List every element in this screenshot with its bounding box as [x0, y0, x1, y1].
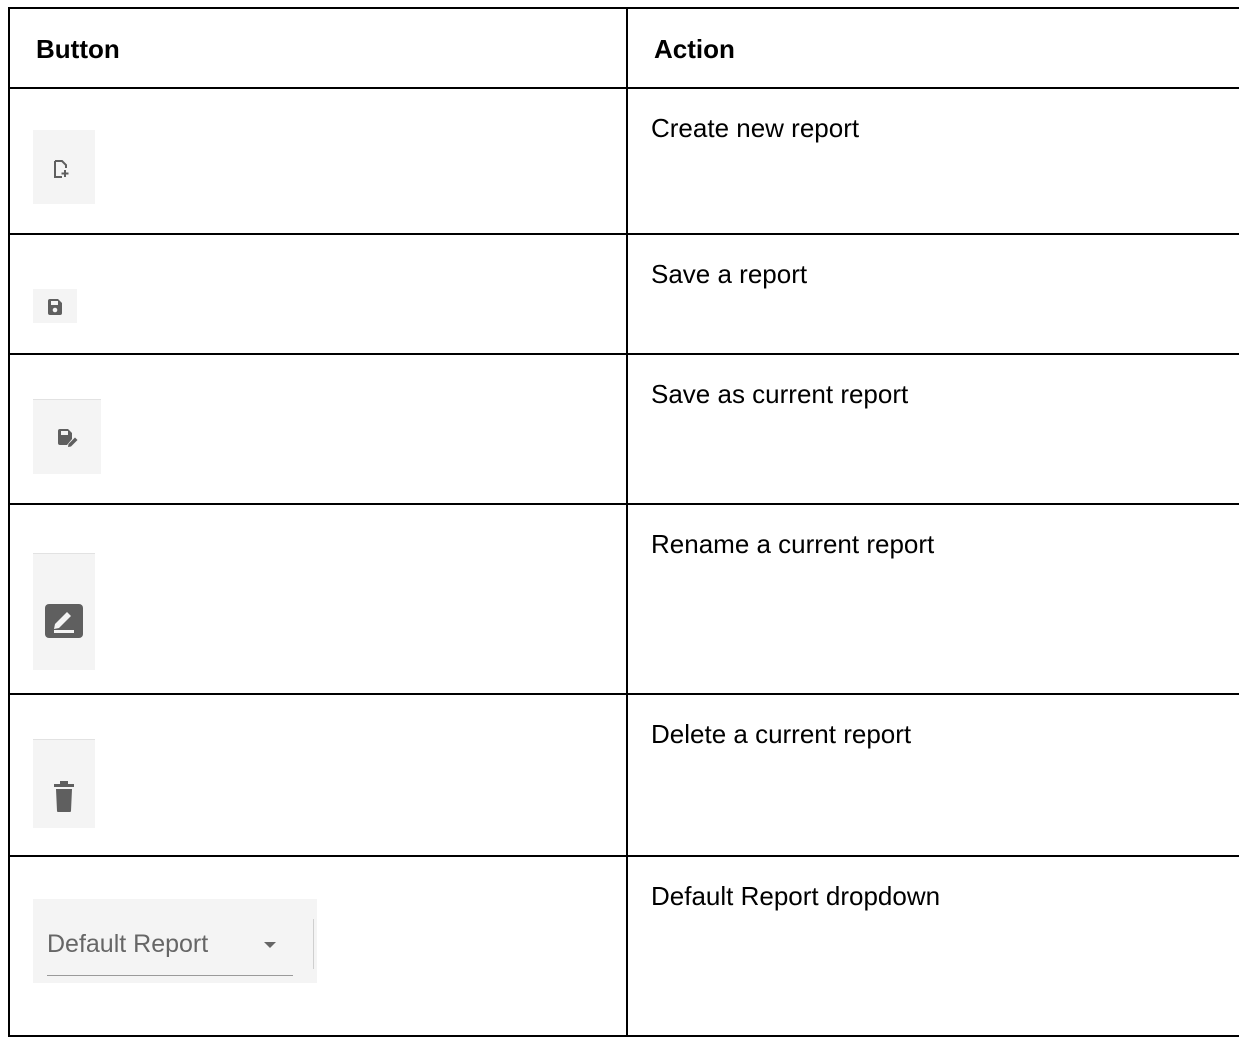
dropdown-divider: [313, 919, 314, 969]
action-cell: Rename a current report: [626, 503, 1239, 695]
delete-button[interactable]: [33, 739, 95, 828]
delete-icon: [54, 781, 74, 812]
action-text: Save a report: [651, 259, 808, 289]
button-cell: [8, 503, 628, 695]
action-text: Delete a current report: [651, 719, 912, 749]
action-cell: Create new report: [626, 87, 1239, 235]
table-row: Rename a current report: [8, 503, 1239, 695]
action-text: Create new report: [651, 113, 860, 143]
table-row: Create new report: [8, 87, 1239, 235]
table-row: Save as current report: [8, 353, 1239, 505]
dropdown-value: Default Report: [47, 930, 209, 958]
header-row: Button Action: [8, 7, 1239, 89]
header-action: Action: [654, 34, 735, 64]
new-report-button[interactable]: [33, 130, 95, 204]
dropdown-underline: [47, 975, 293, 976]
save-as-button[interactable]: [33, 399, 101, 474]
rename-icon: [45, 604, 83, 638]
save-button[interactable]: [33, 289, 77, 323]
header-button-cell: Button: [8, 7, 628, 89]
table-row: Delete a current report: [8, 693, 1239, 857]
table-row: Save a report: [8, 233, 1239, 355]
table-row: Default Report Default Report dropdown: [8, 855, 1239, 1037]
button-cell: Default Report: [8, 855, 628, 1037]
save-icon: [48, 299, 62, 315]
rename-button[interactable]: [33, 553, 95, 670]
dropdown-caret-icon: [264, 942, 276, 948]
action-cell: Save as current report: [626, 353, 1239, 505]
action-cell: Delete a current report: [626, 693, 1239, 857]
button-action-table: Button Action Create new report Save a r…: [8, 7, 1239, 1037]
header-action-cell: Action: [626, 7, 1239, 89]
action-text: Default Report dropdown: [651, 881, 941, 911]
button-cell: [8, 353, 628, 505]
button-cell: [8, 233, 628, 355]
action-cell: Default Report dropdown: [626, 855, 1239, 1037]
action-cell: Save a report: [626, 233, 1239, 355]
action-text: Rename a current report: [651, 529, 935, 559]
new-report-icon: [54, 160, 69, 178]
action-text: Save as current report: [651, 379, 909, 409]
save-as-icon: [58, 429, 78, 447]
report-dropdown[interactable]: Default Report: [33, 899, 317, 983]
button-cell: [8, 87, 628, 235]
header-button: Button: [36, 34, 120, 64]
button-cell: [8, 693, 628, 857]
